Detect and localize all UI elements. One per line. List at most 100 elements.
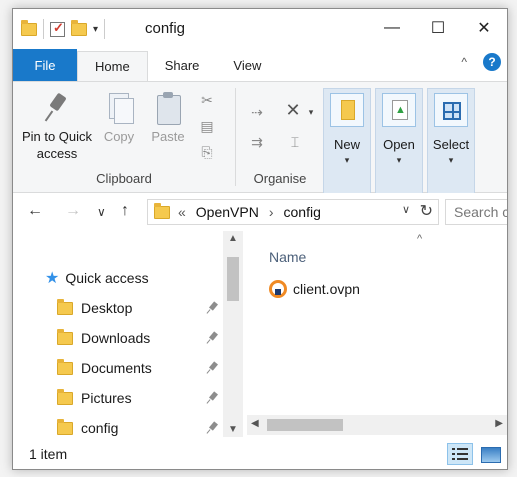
breadcrumb-config[interactable]: config (284, 204, 321, 220)
nav-item-label: Quick access (65, 270, 149, 286)
select-tile (434, 93, 468, 127)
open-button[interactable]: Open ▾ (375, 88, 423, 194)
overflow-icon[interactable]: « (178, 204, 186, 220)
recent-locations-button[interactable]: ∨ (97, 205, 106, 219)
customize-toolbar-icon[interactable]: ▾ (93, 24, 98, 35)
copy-label: Copy (103, 129, 135, 144)
copy-button[interactable]: Copy (99, 92, 139, 145)
delete-dropdown-icon[interactable]: ▾ (303, 104, 319, 120)
address-row: ← → ∨ ↑ « OpenVPN › config ∨ ↻ Search co (13, 193, 507, 231)
column-header-name[interactable]: Name (269, 249, 306, 265)
move-to-icon[interactable]: ⇢ (249, 104, 265, 120)
pin-icon[interactable] (207, 392, 219, 404)
refresh-icon[interactable]: ↻ (420, 201, 433, 221)
folder-icon (57, 298, 73, 315)
select-button[interactable]: Select ▾ (427, 88, 475, 194)
nav-item-documents[interactable]: Documents (57, 355, 221, 381)
delete-icon[interactable]: ✕ (285, 101, 301, 119)
pictures-folder-icon (57, 388, 73, 405)
quick-access-toolbar: ▾ (21, 19, 106, 39)
tab-view[interactable]: View (216, 49, 278, 81)
pin-to-quick-access-button[interactable]: Pin to Quick access (19, 92, 95, 162)
folder-icon (57, 418, 73, 435)
openvpn-icon (269, 280, 287, 298)
breadcrumb-openvpn[interactable]: OpenVPN (196, 204, 259, 220)
copy-path-icon[interactable]: ▤ (199, 118, 215, 134)
nav-scrollbar[interactable]: ▲ ▼ (223, 231, 243, 437)
pin-icon[interactable] (207, 362, 219, 374)
help-icon[interactable]: ? (483, 53, 501, 71)
cut-icon[interactable]: ✂ (199, 92, 215, 108)
scroll-left-icon[interactable]: ◀ (251, 418, 259, 429)
new-label: New (333, 137, 360, 152)
status-bar: 1 item (13, 439, 507, 469)
ribbon: Pin to Quick access Copy Paste ✂ ▤ ⎘ Cli… (13, 81, 507, 194)
tab-share[interactable]: Share (148, 49, 217, 81)
minimize-button[interactable]: — (369, 9, 415, 47)
details-view-icon[interactable] (447, 443, 473, 465)
new-folder-icon[interactable] (71, 19, 87, 36)
clipboard-group: Pin to Quick access Copy Paste ✂ ▤ ⎘ Cli… (13, 82, 235, 192)
downloads-folder-icon (57, 328, 73, 345)
maximize-button[interactable]: ☐ (415, 9, 461, 47)
paste-label: Paste (151, 129, 185, 144)
up-button[interactable]: ↑ (121, 202, 129, 220)
documents-folder-icon (57, 358, 73, 375)
address-bar[interactable]: « OpenVPN › config ∨ ↻ (147, 199, 439, 225)
paste-icon (152, 92, 184, 125)
large-icons-view-icon[interactable] (477, 443, 503, 465)
nav-item-label: Documents (81, 360, 152, 376)
content-scrollbar[interactable]: ◀ ▶ (247, 415, 507, 435)
open-label: Open (383, 137, 415, 152)
new-button[interactable]: New ▾ (323, 88, 371, 194)
chevron-down-icon: ▾ (396, 155, 402, 165)
properties-icon[interactable] (50, 20, 65, 37)
scroll-down-icon[interactable]: ▼ (223, 424, 243, 435)
chevron-right-icon[interactable]: › (269, 204, 274, 220)
paste-shortcut-icon[interactable]: ⎘ (199, 144, 215, 160)
nav-item-quick-access[interactable]: ★ Quick access (45, 265, 149, 291)
scrollbar-thumb[interactable] (267, 419, 343, 431)
select-label: Select (432, 137, 470, 152)
scroll-right-icon[interactable]: ▶ (495, 418, 503, 429)
nav-item-desktop[interactable]: Desktop (57, 295, 221, 321)
window-controls: — ☐ ✕ (369, 9, 507, 47)
pin-icon[interactable] (207, 332, 219, 344)
navigation-pane: ★ Quick access Desktop Downloads Documen… (13, 231, 243, 437)
pin-label: Pin to Quick access (21, 129, 93, 161)
forward-button[interactable]: → (65, 202, 81, 220)
tab-file[interactable]: File (13, 49, 77, 81)
paste-button[interactable]: Paste (147, 92, 189, 145)
collapse-ribbon-icon[interactable]: ^ (461, 55, 467, 69)
chevron-down-icon: ▾ (344, 155, 350, 165)
item-count: 1 item (29, 446, 68, 462)
clipboard-group-label: Clipboard (96, 171, 152, 186)
nav-item-downloads[interactable]: Downloads (57, 325, 221, 351)
sort-ascending-icon: ^ (417, 233, 423, 245)
scroll-up-icon[interactable]: ▲ (223, 233, 243, 244)
search-input[interactable]: Search co (445, 199, 507, 225)
star-icon: ★ (45, 270, 60, 287)
ribbon-options: ^ ? (461, 53, 501, 71)
organise-group-label: Organise (253, 171, 307, 186)
nav-item-label: Downloads (81, 330, 151, 346)
pin-icon[interactable] (207, 422, 219, 434)
copy-to-icon[interactable]: ⇉ (249, 134, 265, 150)
pin-icon[interactable] (207, 302, 219, 314)
pin-icon (41, 92, 73, 124)
close-button[interactable]: ✕ (461, 9, 507, 47)
toolbar-divider (43, 19, 44, 39)
scrollbar-thumb[interactable] (227, 257, 239, 301)
rename-icon[interactable]: ⌶ (287, 134, 303, 150)
file-list-pane: ^ Name client.ovpn ◀ ▶ (247, 231, 507, 437)
nav-item-pictures[interactable]: Pictures (57, 385, 221, 411)
nav-item-config[interactable]: config (57, 415, 221, 441)
folder-icon[interactable] (21, 19, 37, 36)
tab-home[interactable]: Home (77, 51, 148, 81)
nav-item-label: config (81, 420, 119, 436)
file-item[interactable]: client.ovpn (269, 277, 360, 301)
window-title: config (145, 20, 186, 37)
new-folder-icon (341, 100, 355, 120)
back-button[interactable]: ← (27, 202, 43, 220)
address-dropdown-icon[interactable]: ∨ (402, 203, 410, 216)
